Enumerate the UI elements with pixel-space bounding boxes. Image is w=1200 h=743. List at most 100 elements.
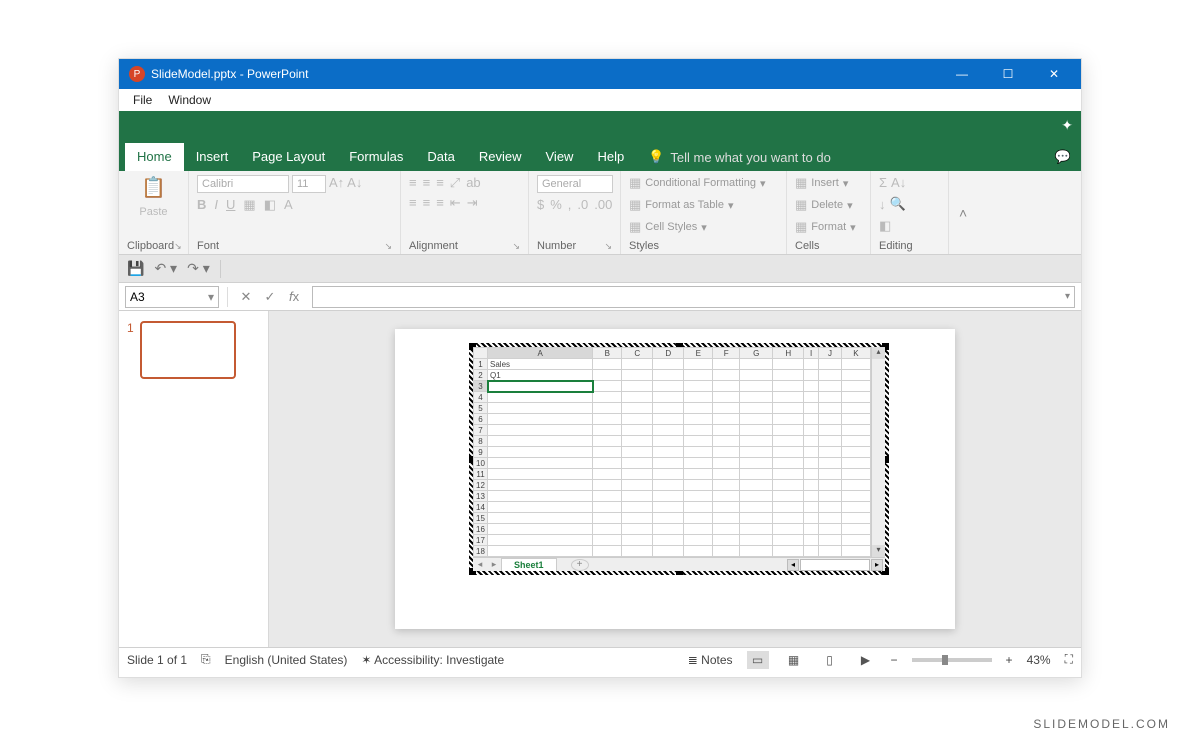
cell-B17[interactable] xyxy=(593,535,622,546)
cell-H5[interactable] xyxy=(773,403,804,414)
tab-insert[interactable]: Insert xyxy=(184,143,241,171)
cell-A14[interactable] xyxy=(488,502,593,513)
font-name-combo[interactable]: Calibri xyxy=(197,175,289,193)
cell-F18[interactable] xyxy=(713,546,740,557)
cell-I5[interactable] xyxy=(804,403,819,414)
cell-A13[interactable] xyxy=(488,491,593,502)
slide-thumbnail-1[interactable] xyxy=(140,321,236,379)
cell-H3[interactable] xyxy=(773,381,804,392)
cell-D12[interactable] xyxy=(653,480,684,491)
cell-E14[interactable] xyxy=(684,502,713,513)
cell-D17[interactable] xyxy=(653,535,684,546)
cell-H18[interactable] xyxy=(773,546,804,557)
delete-cells-button[interactable]: ▦Delete ▾ xyxy=(795,197,853,213)
cell-E6[interactable] xyxy=(684,414,713,425)
cell-C10[interactable] xyxy=(622,458,653,469)
cell-D8[interactable] xyxy=(653,436,684,447)
row-header-12[interactable]: 12 xyxy=(474,480,488,491)
cell-D15[interactable] xyxy=(653,513,684,524)
cell-B18[interactable] xyxy=(593,546,622,557)
cell-K10[interactable] xyxy=(841,458,870,469)
cell-J12[interactable] xyxy=(819,480,842,491)
cell-I10[interactable] xyxy=(804,458,819,469)
cell-A4[interactable] xyxy=(488,392,593,403)
row-header-16[interactable]: 16 xyxy=(474,524,488,535)
col-header-H[interactable]: H xyxy=(773,348,804,359)
align-middle-icon[interactable]: ≡ xyxy=(423,175,431,191)
cell-C14[interactable] xyxy=(622,502,653,513)
align-top-icon[interactable]: ≡ xyxy=(409,175,417,191)
cell-A16[interactable] xyxy=(488,524,593,535)
cell-E15[interactable] xyxy=(684,513,713,524)
cell-G13[interactable] xyxy=(740,491,773,502)
cell-H2[interactable] xyxy=(773,370,804,381)
cell-I18[interactable] xyxy=(804,546,819,557)
clipboard-dialog-launcher[interactable]: ↘ xyxy=(174,241,182,252)
col-header-D[interactable]: D xyxy=(653,348,684,359)
cell-H14[interactable] xyxy=(773,502,804,513)
row-header-3[interactable]: 3 xyxy=(474,381,488,392)
cell-E5[interactable] xyxy=(684,403,713,414)
conditional-formatting-button[interactable]: ▦Conditional Formatting ▾ xyxy=(629,175,766,191)
cell-K15[interactable] xyxy=(841,513,870,524)
tab-page-layout[interactable]: Page Layout xyxy=(240,143,337,171)
cell-F4[interactable] xyxy=(713,392,740,403)
cell-G11[interactable] xyxy=(740,469,773,480)
cell-I16[interactable] xyxy=(804,524,819,535)
cell-grid[interactable]: ABCDEFGHIJK1Sales2Q134567891011121314151… xyxy=(473,347,871,557)
cell-J8[interactable] xyxy=(819,436,842,447)
cell-I1[interactable] xyxy=(804,359,819,370)
cell-I15[interactable] xyxy=(804,513,819,524)
cell-I4[interactable] xyxy=(804,392,819,403)
cell-J18[interactable] xyxy=(819,546,842,557)
cell-I8[interactable] xyxy=(804,436,819,447)
tab-home[interactable]: Home xyxy=(125,143,184,171)
cell-styles-button[interactable]: ▦Cell Styles ▾ xyxy=(629,219,707,235)
scroll-down-icon[interactable]: ▾ xyxy=(872,545,885,557)
cell-F12[interactable] xyxy=(713,480,740,491)
cell-D10[interactable] xyxy=(653,458,684,469)
language-status[interactable]: English (United States) xyxy=(225,653,348,667)
slideshow-view-icon[interactable]: ▶ xyxy=(855,651,877,669)
cell-A7[interactable] xyxy=(488,425,593,436)
cell-B10[interactable] xyxy=(593,458,622,469)
cell-E4[interactable] xyxy=(684,392,713,403)
cell-A9[interactable] xyxy=(488,447,593,458)
row-header-1[interactable]: 1 xyxy=(474,359,488,370)
autosum-icon[interactable]: Σ xyxy=(879,175,887,190)
cell-C12[interactable] xyxy=(622,480,653,491)
row-header-4[interactable]: 4 xyxy=(474,392,488,403)
cell-C17[interactable] xyxy=(622,535,653,546)
cell-D1[interactable] xyxy=(653,359,684,370)
cell-B12[interactable] xyxy=(593,480,622,491)
format-cells-button[interactable]: ▦Format ▾ xyxy=(795,219,856,235)
menu-window[interactable]: Window xyxy=(160,91,219,109)
cell-C8[interactable] xyxy=(622,436,653,447)
tab-view[interactable]: View xyxy=(534,143,586,171)
decrease-indent-icon[interactable]: ⇤ xyxy=(450,195,461,211)
cell-E8[interactable] xyxy=(684,436,713,447)
cell-J3[interactable] xyxy=(819,381,842,392)
font-size-combo[interactable]: 11 xyxy=(292,175,326,193)
cell-C9[interactable] xyxy=(622,447,653,458)
scroll-left-icon[interactable]: ◂ xyxy=(787,559,799,571)
cell-G15[interactable] xyxy=(740,513,773,524)
cell-I13[interactable] xyxy=(804,491,819,502)
cell-A17[interactable] xyxy=(488,535,593,546)
increase-decimal-icon[interactable]: .0 xyxy=(577,197,588,212)
cell-K12[interactable] xyxy=(841,480,870,491)
number-dialog-launcher[interactable]: ↘ xyxy=(604,241,612,252)
cell-C13[interactable] xyxy=(622,491,653,502)
wrap-text-icon[interactable]: ab xyxy=(466,175,480,191)
cell-H7[interactable] xyxy=(773,425,804,436)
cell-F6[interactable] xyxy=(713,414,740,425)
cell-J16[interactable] xyxy=(819,524,842,535)
cell-B6[interactable] xyxy=(593,414,622,425)
cell-C5[interactable] xyxy=(622,403,653,414)
cell-G2[interactable] xyxy=(740,370,773,381)
notes-button[interactable]: ≣ Notes xyxy=(688,653,733,667)
cell-J1[interactable] xyxy=(819,359,842,370)
paste-icon[interactable]: 📋 xyxy=(141,175,166,200)
cell-K14[interactable] xyxy=(841,502,870,513)
cell-J4[interactable] xyxy=(819,392,842,403)
